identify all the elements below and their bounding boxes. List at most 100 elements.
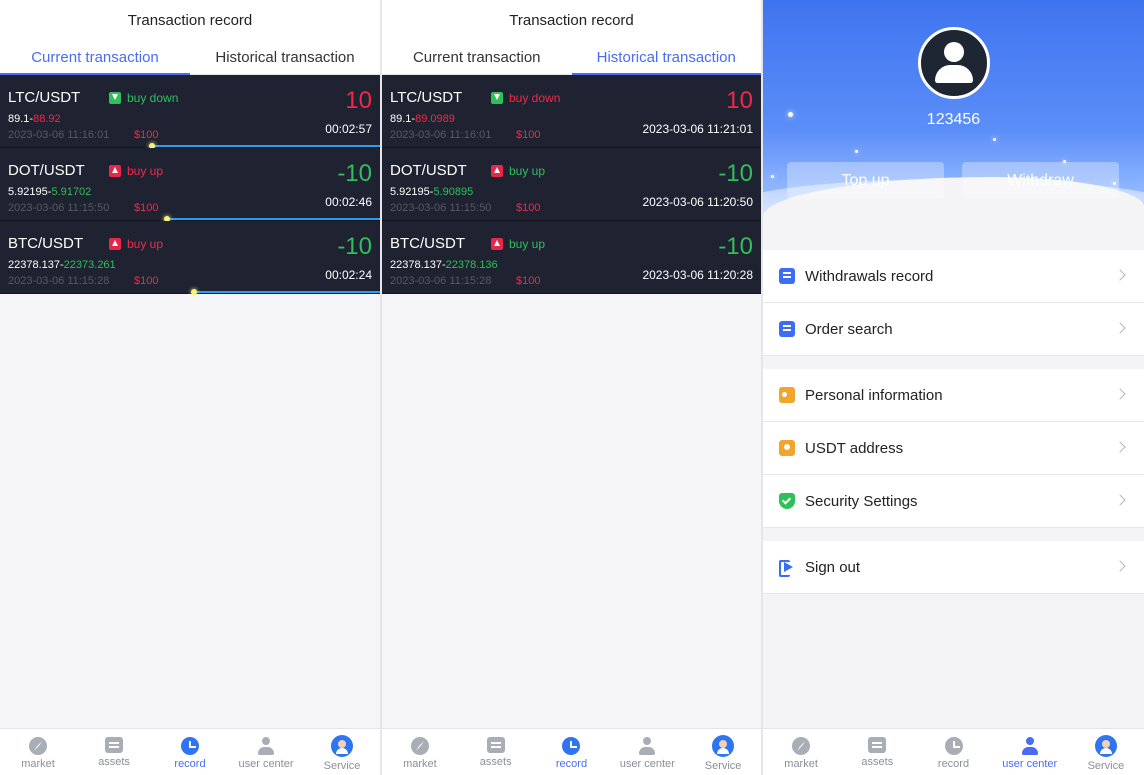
- tab-label: Service: [323, 760, 361, 772]
- direction-label: buy up: [127, 237, 164, 251]
- id-card-icon: [779, 387, 795, 403]
- tab-user-center[interactable]: user center: [992, 729, 1068, 775]
- transaction-row[interactable]: DOT/USDT buy up 5.92195-5.91702 2023-03-…: [0, 148, 380, 222]
- shield-check-icon: [779, 493, 795, 509]
- user-icon: [638, 737, 656, 755]
- page-title: Transaction record: [382, 0, 761, 42]
- record-tabs: Current transaction Historical transacti…: [382, 42, 761, 75]
- countdown-timer: 00:02:24: [325, 268, 372, 282]
- tab-record[interactable]: record: [915, 729, 991, 775]
- tab-record[interactable]: record: [534, 729, 610, 775]
- profit-loss: -10: [718, 233, 753, 260]
- chevron-right-icon: [1114, 560, 1126, 572]
- countdown-timer: 00:02:57: [325, 122, 372, 136]
- tab-record[interactable]: record: [152, 729, 228, 775]
- order-amount: $100: [134, 275, 159, 287]
- profit-loss: 10: [726, 87, 753, 114]
- menu-sign-out[interactable]: Sign out: [763, 541, 1144, 594]
- transaction-row[interactable]: BTC/USDT buy up 22378.137-22378.136 2023…: [382, 221, 761, 294]
- menu-security-settings[interactable]: Security Settings: [763, 475, 1144, 528]
- tab-user-center[interactable]: user center: [228, 729, 304, 775]
- transaction-row[interactable]: BTC/USDT buy up 22378.137-22373.261 2023…: [0, 221, 380, 295]
- countdown-progress-bar: [164, 216, 380, 222]
- compass-icon: [792, 737, 811, 755]
- tab-historical-transaction[interactable]: Historical transaction: [190, 42, 380, 74]
- tab-assets[interactable]: assets: [458, 729, 534, 775]
- sparkle-decoration: [855, 150, 858, 153]
- transaction-row[interactable]: LTC/USDT buy down 89.1-88.92 2023-03-06 …: [0, 75, 380, 149]
- tab-assets[interactable]: assets: [76, 729, 152, 775]
- tab-service[interactable]: Service: [304, 729, 380, 775]
- direction-badge: buy up: [109, 237, 163, 251]
- withdraw-button[interactable]: Withdraw: [962, 162, 1119, 199]
- price-range: 5.92195-5.90895: [390, 186, 474, 198]
- current-price: 22373.261: [63, 259, 116, 271]
- direction-badge: buy up: [109, 164, 163, 178]
- close-time: 2023-03-06 11:21:01: [642, 122, 753, 136]
- direction-badge: buy up: [491, 164, 545, 178]
- top-up-button[interactable]: Top up: [787, 162, 944, 199]
- price-range: 89.1-88.92: [8, 113, 61, 125]
- wallet-icon: [105, 737, 123, 753]
- clipboard-icon: [779, 321, 795, 337]
- trading-pair: BTC/USDT: [8, 235, 83, 252]
- tab-current-transaction[interactable]: Current transaction: [0, 42, 190, 75]
- trading-pair: LTC/USDT: [390, 89, 463, 106]
- direction-badge: buy down: [109, 91, 178, 105]
- wallet-icon: [868, 737, 887, 753]
- document-icon: [779, 268, 795, 284]
- open-price: 5.92195: [8, 186, 48, 198]
- user-id: 123456: [926, 111, 981, 128]
- tab-label: assets: [98, 756, 130, 768]
- wallet-icon: [486, 737, 505, 753]
- menu-order-search[interactable]: Order search: [763, 303, 1144, 356]
- tab-market[interactable]: market: [0, 729, 76, 775]
- arrow-up-icon: [491, 165, 503, 177]
- tab-current-transaction[interactable]: Current transaction: [382, 42, 572, 74]
- bottom-tab-bar: market assets record user center Service: [382, 728, 761, 775]
- tab-market[interactable]: market: [763, 729, 839, 775]
- chevron-right-icon: [1114, 269, 1126, 281]
- menu-label: Sign out: [805, 558, 861, 576]
- service-agent-icon: [1094, 735, 1117, 757]
- current-price: 88.92: [33, 113, 61, 125]
- close-time: 2023-03-06 11:20:50: [642, 195, 753, 209]
- trading-pair: LTC/USDT: [8, 89, 81, 106]
- tab-label: record: [555, 758, 588, 770]
- current-transactions-screen: Transaction record Current transaction H…: [0, 0, 380, 775]
- record-tabs: Current transaction Historical transacti…: [0, 42, 380, 75]
- profile-header: 123456 Top up Withdraw: [763, 0, 1144, 237]
- tab-service[interactable]: Service: [1068, 729, 1144, 775]
- countdown-timer: 00:02:46: [325, 195, 372, 209]
- user-icon: [257, 737, 275, 755]
- compass-icon: [29, 737, 47, 755]
- chevron-right-icon: [1114, 388, 1126, 400]
- countdown-progress-bar: [149, 143, 380, 149]
- open-price: 22378.137: [390, 259, 442, 271]
- avatar[interactable]: [918, 27, 990, 99]
- tab-service[interactable]: Service: [685, 729, 761, 775]
- direction-label: buy up: [127, 164, 164, 178]
- tab-label: Service: [1087, 760, 1125, 772]
- order-amount: $100: [516, 202, 541, 214]
- menu-label: Personal information: [805, 386, 943, 404]
- direction-label: buy up: [509, 164, 546, 178]
- menu-personal-information[interactable]: Personal information: [763, 369, 1144, 422]
- direction-badge: buy down: [491, 91, 560, 105]
- price-range: 22378.137-22378.136: [390, 259, 498, 271]
- order-time: 2023-03-06 11:15:28: [8, 275, 110, 287]
- transaction-row[interactable]: LTC/USDT buy down 89.1-89.0989 2023-03-0…: [382, 75, 761, 148]
- menu-withdrawals-record[interactable]: Withdrawals record: [763, 250, 1144, 303]
- tab-historical-transaction[interactable]: Historical transaction: [571, 42, 762, 75]
- chevron-right-icon: [1114, 494, 1126, 506]
- menu-usdt-address[interactable]: USDT address: [763, 422, 1144, 475]
- tab-user-center[interactable]: user center: [609, 729, 685, 775]
- page-title: Transaction record: [0, 0, 380, 42]
- tab-market[interactable]: market: [382, 729, 458, 775]
- close-time: 2023-03-06 11:20:28: [642, 268, 753, 282]
- close-price: 5.90895: [433, 186, 474, 198]
- transaction-row[interactable]: DOT/USDT buy up 5.92195-5.90895 2023-03-…: [382, 148, 761, 221]
- tab-assets[interactable]: assets: [839, 729, 915, 775]
- user-center-screen: 123456 Top up Withdraw Withdrawals recor…: [763, 0, 1144, 775]
- service-agent-icon: [331, 735, 353, 757]
